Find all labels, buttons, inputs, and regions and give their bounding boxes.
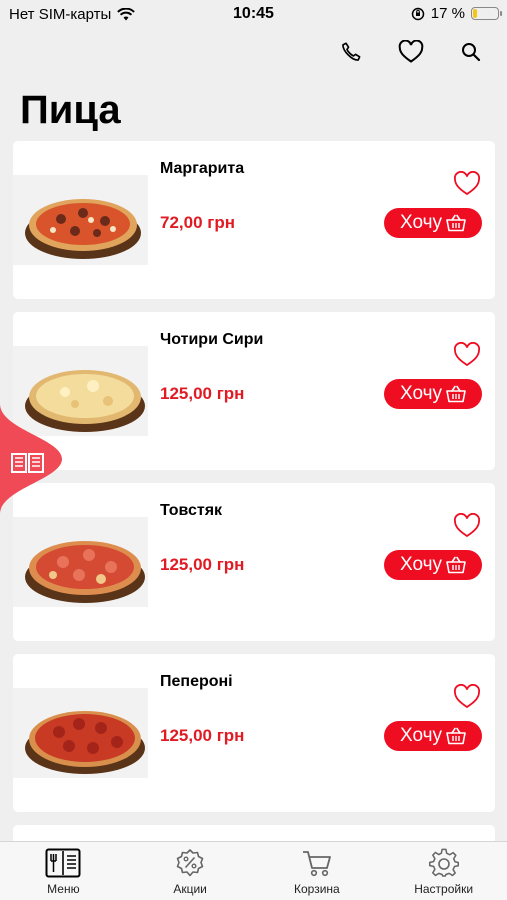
favorite-heart-icon[interactable]	[453, 342, 481, 368]
search-icon	[462, 43, 481, 62]
phone-button[interactable]	[337, 38, 365, 66]
favorite-heart-icon[interactable]	[453, 171, 481, 197]
top-actions	[337, 38, 485, 66]
product-name: Маргарита	[160, 160, 245, 177]
want-button[interactable]: Хочу	[384, 208, 482, 238]
basket-icon	[446, 727, 466, 745]
want-button[interactable]: Хочу	[384, 550, 482, 580]
want-button[interactable]: Хочу	[384, 379, 482, 409]
tab-label: Меню	[47, 882, 80, 896]
favorite-heart-icon[interactable]	[453, 684, 481, 710]
favorite-heart-icon[interactable]	[453, 513, 481, 539]
product-image	[13, 175, 148, 265]
heart-icon	[398, 40, 424, 63]
screen: Нет SIM-карты 10:45 17 % Пица Маргарита …	[0, 0, 507, 900]
basket-icon	[446, 556, 466, 574]
product-image	[13, 517, 148, 607]
battery-icon	[471, 7, 502, 20]
want-button-label: Хочу	[399, 725, 442, 746]
battery-group: 17 %	[411, 5, 502, 22]
battery-percent: 17 %	[430, 5, 465, 22]
product-card[interactable]: Маргарита 72,00 грн Хочу	[13, 141, 495, 299]
tab-label: Акции	[173, 882, 207, 896]
product-card[interactable]: Пепероні 125,00 грн Хочу	[13, 654, 495, 812]
phone-icon	[342, 42, 361, 61]
want-button-label: Хочу	[399, 212, 442, 233]
tab-bar: Меню Акции Корзина Настройки	[0, 841, 507, 900]
cart-icon	[302, 851, 331, 877]
orientation-lock-icon	[411, 7, 425, 20]
product-name: Товстяк	[160, 502, 223, 519]
want-button-label: Хочу	[399, 383, 442, 404]
tab-label: Настройки	[414, 882, 474, 896]
basket-icon	[446, 214, 466, 232]
product-price: 125,00 грн	[160, 384, 245, 403]
want-button[interactable]: Хочу	[384, 721, 482, 751]
side-menu-tab[interactable]	[0, 404, 64, 514]
favorites-button[interactable]	[397, 38, 425, 66]
discount-icon	[176, 849, 204, 877]
menu-icon	[45, 848, 81, 878]
tab-promotions[interactable]: Акции	[127, 842, 254, 900]
basket-icon	[446, 385, 466, 403]
battery-fill	[473, 9, 477, 18]
tab-settings[interactable]: Настройки	[380, 842, 507, 900]
product-price: 125,00 грн	[160, 555, 245, 574]
tab-label: Корзина	[294, 882, 340, 896]
settings-icon	[428, 848, 459, 877]
page-title: Пица	[20, 88, 121, 132]
tab-menu[interactable]: Меню	[0, 842, 127, 900]
search-button[interactable]	[457, 38, 485, 66]
want-button-label: Хочу	[399, 554, 442, 575]
product-price: 125,00 грн	[160, 726, 245, 745]
tab-cart[interactable]: Корзина	[254, 842, 381, 900]
product-name: Пепероні	[160, 673, 233, 690]
product-price: 72,00 грн	[160, 213, 235, 232]
product-name: Чотири Сири	[160, 331, 264, 348]
status-bar: Нет SIM-карты 10:45 17 %	[0, 0, 507, 30]
product-list: Маргарита 72,00 грн Хочу Чотири Сири 125…	[13, 141, 495, 878]
product-card[interactable]: Чотири Сири 125,00 грн Хочу	[13, 312, 495, 470]
product-image	[13, 688, 148, 778]
product-card[interactable]: Товстяк 125,00 грн Хочу	[13, 483, 495, 641]
